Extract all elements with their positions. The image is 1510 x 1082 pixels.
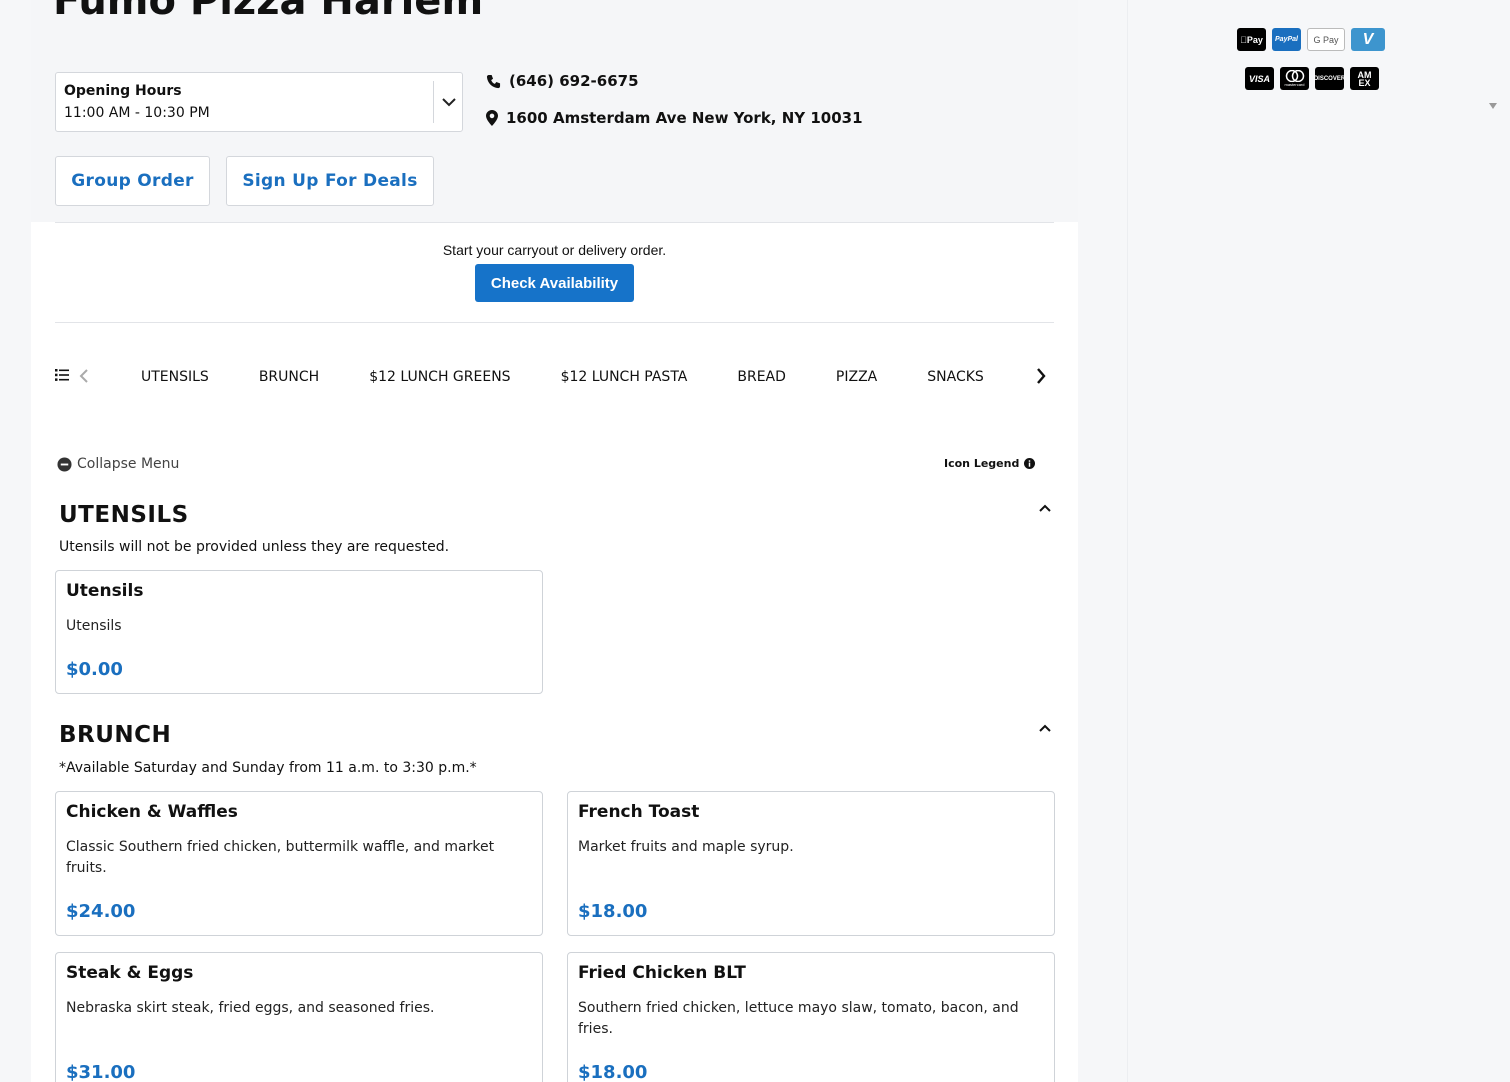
collapse-menu-button[interactable]: Collapse Menu (57, 456, 179, 472)
menu-item-card[interactable]: French Toast Market fruits and maple syr… (567, 791, 1055, 936)
sidebar: Pay PayPal G Pay V VISA mastercard DISC… (1127, 0, 1487, 1082)
page-title: Fumo Pizza Harlem (53, 0, 484, 24)
chevron-down-icon[interactable] (440, 93, 458, 111)
minus-circle-icon (57, 456, 72, 472)
divider (55, 322, 1054, 323)
menu-item-description: Nebraska skirt steak, fried eggs, and se… (66, 1000, 435, 1016)
menu-item-card[interactable]: Steak & Eggs Nebraska skirt steak, fried… (55, 952, 543, 1082)
phone-icon (486, 74, 501, 88)
section-description-utensils: Utensils will not be provided unless the… (59, 539, 450, 555)
menu-item-price: $0.00 (66, 659, 123, 680)
list-icon[interactable] (55, 368, 69, 382)
category-tab-lunch-greens[interactable]: $12 LUNCH GREENS (369, 369, 510, 385)
address-link[interactable]: 1600 Amsterdam Ave New York, NY 10031 (486, 109, 863, 127)
menu-item-card[interactable]: Chicken & Waffles Classic Southern fried… (55, 791, 543, 936)
menu-item-name: Fried Chicken BLT (578, 963, 746, 983)
section-title-utensils: UTENSILS (59, 502, 189, 528)
discover-icon: DISCOVER (1314, 67, 1345, 90)
venmo-icon: V (1351, 28, 1385, 51)
category-nav: UTENSILS BRUNCH $12 LUNCH GREENS $12 LUN… (55, 360, 1055, 394)
menu-item-card[interactable]: Utensils Utensils $0.00 (55, 570, 543, 694)
menu-item-name: Steak & Eggs (66, 963, 194, 983)
phone-number: (646) 692-6675 (509, 72, 639, 90)
menu-item-price: $18.00 (578, 901, 648, 922)
category-list: UTENSILS BRUNCH $12 LUNCH GREENS $12 LUN… (141, 369, 984, 385)
category-tab-utensils[interactable]: UTENSILS (141, 369, 209, 385)
google-pay-icon: G Pay (1307, 28, 1345, 51)
paypal-icon: PayPal (1272, 28, 1301, 51)
group-order-button[interactable]: Group Order (55, 156, 210, 206)
collapse-menu-label: Collapse Menu (77, 456, 180, 472)
check-availability-button[interactable]: Check Availability (475, 264, 634, 302)
menu-item-name: French Toast (578, 802, 700, 822)
menu-item-price: $24.00 (66, 901, 136, 922)
amex-icon: AM EX (1350, 67, 1379, 90)
chevron-up-icon[interactable] (1037, 720, 1053, 736)
menu-item-description: Southern fried chicken, lettuce mayo sla… (578, 1000, 1019, 1037)
section-description-brunch: *Available Saturday and Sunday from 11 a… (59, 760, 477, 776)
menu-item-description: Utensils (66, 618, 122, 634)
menu-item-name: Utensils (66, 581, 144, 601)
chevron-left-icon[interactable] (79, 368, 89, 384)
icon-legend-label: Icon Legend (944, 457, 1020, 470)
menu-item-card[interactable]: Fried Chicken BLT Southern fried chicken… (567, 952, 1055, 1082)
order-prompt: Start your carryout or delivery order. (442, 242, 667, 258)
menu-item-price: $18.00 (578, 1062, 648, 1082)
menu-item-description: Classic Southern fried chicken, buttermi… (66, 839, 495, 876)
mastercard-icon: mastercard (1280, 67, 1309, 90)
main-content: Fumo Pizza Harlem Opening Hours 11:00 AM… (31, 0, 1078, 1082)
scrollbar-arrow-icon[interactable] (1489, 103, 1497, 109)
category-tab-brunch[interactable]: BRUNCH (259, 369, 319, 385)
category-tab-snacks[interactable]: SNACKS (927, 369, 984, 385)
sign-up-deals-button[interactable]: Sign Up For Deals (226, 156, 434, 206)
dropdown-divider (433, 81, 434, 123)
category-tab-lunch-pasta[interactable]: $12 LUNCH PASTA (561, 369, 688, 385)
menu-item-description: Market fruits and maple syrup. (578, 839, 794, 855)
menu-item-price: $31.00 (66, 1062, 136, 1082)
hours-label: Opening Hours (64, 83, 182, 99)
hours-value: 11:00 AM - 10:30 PM (64, 105, 210, 121)
phone-link[interactable]: (646) 692-6675 (486, 72, 639, 90)
payment-methods-row-1: Pay PayPal G Pay V (1237, 28, 1385, 51)
visa-icon: VISA (1245, 67, 1274, 90)
restaurant-header: Fumo Pizza Harlem Opening Hours 11:00 AM… (31, 0, 1078, 222)
category-tab-pizza[interactable]: PIZZA (836, 369, 877, 385)
opening-hours-dropdown[interactable]: Opening Hours 11:00 AM - 10:30 PM (55, 72, 463, 132)
apple-pay-icon: Pay (1237, 28, 1266, 51)
info-icon (1024, 458, 1036, 469)
location-pin-icon (486, 110, 498, 126)
payment-methods-row-2: VISA mastercard DISCOVER AM EX (1245, 67, 1379, 90)
chevron-up-icon[interactable] (1037, 500, 1053, 516)
divider (55, 222, 1054, 223)
section-title-brunch: BRUNCH (59, 722, 172, 748)
category-tab-bread[interactable]: BREAD (737, 369, 786, 385)
menu-item-name: Chicken & Waffles (66, 802, 238, 822)
chevron-right-icon[interactable] (1035, 367, 1047, 385)
icon-legend-button[interactable]: Icon Legend (944, 457, 1036, 470)
address-text: 1600 Amsterdam Ave New York, NY 10031 (506, 109, 863, 127)
